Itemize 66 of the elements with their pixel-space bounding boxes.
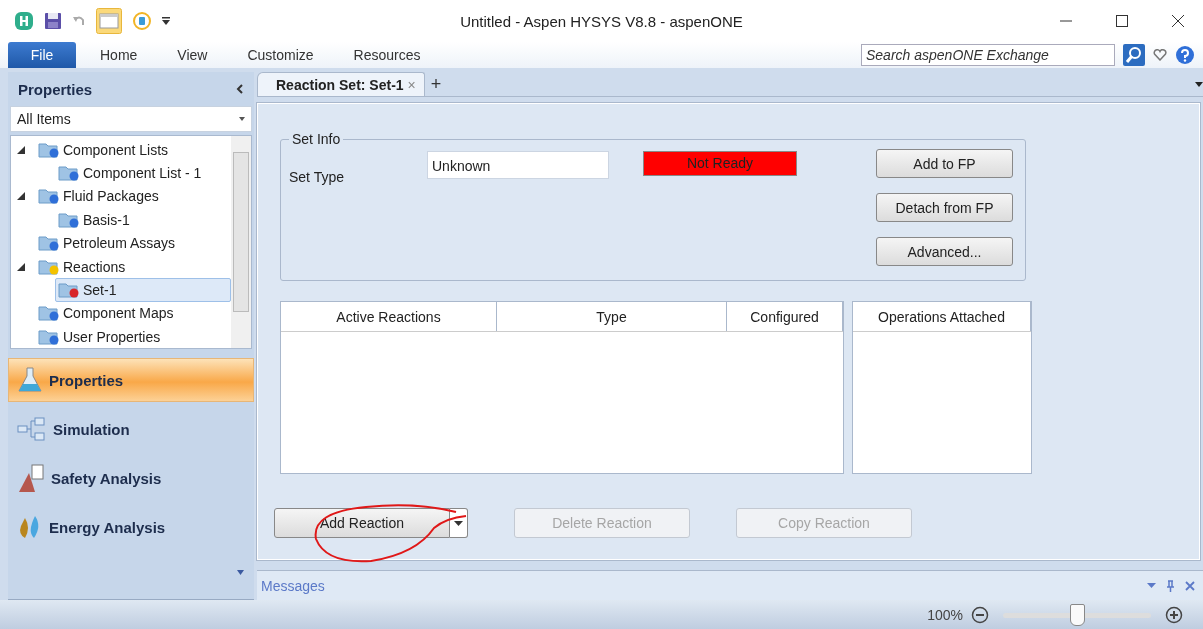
tree-item[interactable]: Component Maps: [35, 301, 177, 326]
safety-icon: [17, 463, 45, 493]
collapse-icon[interactable]: [236, 84, 244, 94]
tab-list-icon[interactable]: [1195, 81, 1203, 87]
action-button[interactable]: Detach from FP: [876, 193, 1013, 222]
dropdown-icon[interactable]: [1147, 583, 1156, 589]
set-type-field[interactable]: Unknown: [427, 151, 609, 179]
field-label: Set Type: [289, 169, 345, 185]
column-header[interactable]: Type: [497, 302, 727, 331]
ribbon-tab[interactable]: Resources: [337, 47, 437, 63]
more-icon[interactable]: [237, 570, 244, 575]
circle-icon[interactable]: [132, 11, 152, 31]
document-tab[interactable]: Reaction Set: Set-1 ×: [257, 72, 425, 96]
flowsheet-icon: [17, 417, 47, 441]
zoom-in-icon[interactable]: [1165, 605, 1183, 624]
nav-button[interactable]: Simulation: [8, 407, 254, 451]
dropdown-button[interactable]: [450, 508, 468, 538]
file-tab[interactable]: File: [8, 42, 76, 68]
window-title: Untitled - Aspen HYSYS V8.8 - aspenONE: [460, 12, 743, 30]
status-indicator: Not Ready: [643, 151, 797, 176]
tree-item[interactable]: User Properties: [35, 324, 164, 348]
search-icon[interactable]: [1123, 44, 1145, 66]
nav-button[interactable]: Properties: [8, 358, 254, 402]
filter-dropdown[interactable]: All Items: [10, 106, 252, 132]
expand-icon[interactable]: [17, 192, 25, 201]
tree-item[interactable]: Set-1: [55, 278, 231, 303]
tree-item[interactable]: Basis-1: [55, 207, 133, 232]
caret-icon[interactable]: [454, 520, 463, 526]
pin-icon[interactable]: [1166, 579, 1175, 592]
action-button[interactable]: Advanced...: [876, 237, 1013, 266]
expand-icon[interactable]: [17, 262, 25, 271]
help-icon[interactable]: [1175, 45, 1195, 65]
ribbon-tab[interactable]: Customize: [231, 47, 330, 63]
heart-icon[interactable]: [1153, 49, 1167, 61]
caret-icon[interactable]: [239, 117, 245, 121]
column-header[interactable]: Configured: [727, 302, 843, 331]
expand-icon[interactable]: [17, 145, 25, 154]
customize-dropdown-icon[interactable]: [162, 16, 170, 26]
action-button[interactable]: Add to FP: [876, 149, 1013, 178]
close-icon[interactable]: [1171, 14, 1185, 28]
zoom-slider[interactable]: [1003, 603, 1151, 626]
ribbon-tab[interactable]: View: [161, 47, 224, 63]
column-header[interactable]: Operations Attached: [853, 302, 1031, 331]
scrollbar[interactable]: [231, 136, 251, 348]
maximize-icon[interactable]: [1115, 14, 1129, 28]
flask-icon: [17, 366, 43, 394]
tree-item[interactable]: Component Lists: [35, 137, 172, 162]
app-logo-icon[interactable]: [14, 11, 34, 31]
search-field[interactable]: Search aspenONE Exchange: [861, 44, 1115, 66]
nav-button[interactable]: Safety Analysis: [8, 456, 254, 500]
action-button[interactable]: Add Reaction: [274, 508, 450, 538]
messages-title: Messages: [261, 577, 325, 594]
slider-thumb[interactable]: [1070, 603, 1085, 626]
nav-button[interactable]: Energy Analysis: [8, 505, 254, 549]
tree-item[interactable]: Component List - 1: [55, 161, 205, 186]
group-title: Set Info: [291, 131, 342, 147]
new-tab-button[interactable]: +: [424, 73, 448, 95]
tree-item[interactable]: Petroleum Assays: [35, 231, 179, 256]
panel-title: Properties: [18, 80, 93, 98]
tree-item[interactable]: Reactions: [35, 254, 129, 279]
save-icon[interactable]: [44, 12, 62, 30]
zoom-level: 100%: [927, 606, 963, 623]
column-header[interactable]: Active Reactions: [281, 302, 497, 331]
zoom-out-icon[interactable]: [971, 605, 989, 624]
tree-item[interactable]: Fluid Packages: [35, 184, 162, 209]
ribbon-tab[interactable]: Home: [84, 47, 154, 63]
